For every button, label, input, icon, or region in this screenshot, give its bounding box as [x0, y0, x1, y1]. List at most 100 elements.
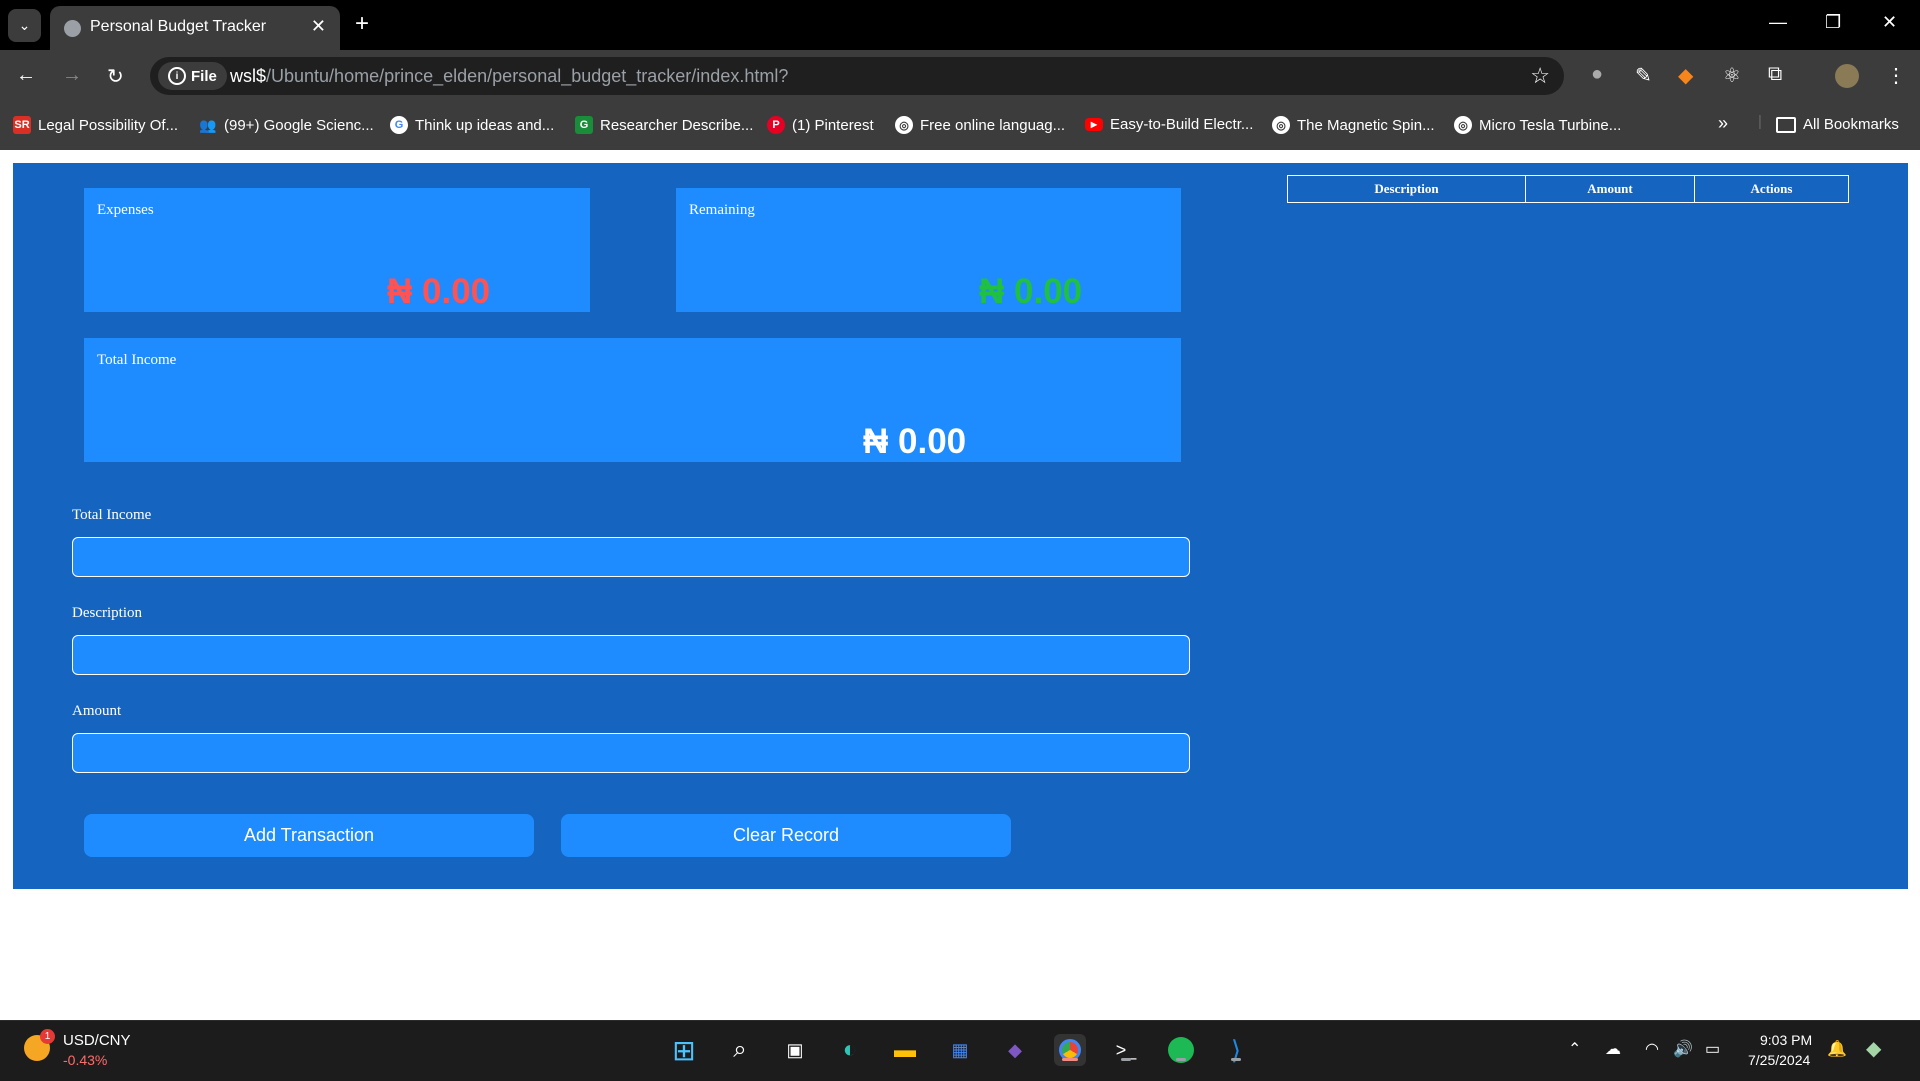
bookmark-label: Think up ideas and... — [415, 116, 555, 134]
divider: | — [1758, 113, 1762, 130]
new-tab-button[interactable]: + — [355, 10, 369, 38]
people-icon: 👥 — [199, 116, 217, 133]
bookmark-label: Easy-to-Build Electr... — [1110, 116, 1254, 133]
amount-field-label: Amount — [72, 703, 122, 719]
vscode-icon[interactable]: ⟩ — [1220, 1034, 1252, 1066]
all-bookmarks-button[interactable]: All Bookmarks — [1776, 116, 1899, 133]
microsoft-store-icon[interactable]: ▦ — [944, 1034, 976, 1066]
globe-icon — [64, 20, 81, 37]
bookmark-star-icon[interactable]: ☆ — [1530, 63, 1550, 89]
windows-taskbar: 1 USD/CNY -0.43% ⊞ ⌕ ▣ ◐ ▬ ▦ ◆ >_ ⟩ ⌃ ☁ … — [0, 1020, 1920, 1081]
copilot-icon[interactable]: ◆ — [999, 1034, 1031, 1066]
transactions-table: Description Amount Actions — [1287, 175, 1849, 203]
bookmark-item[interactable]: ▶ Easy-to-Build Electr... — [1085, 116, 1253, 133]
table-header-row: Description Amount Actions — [1287, 175, 1849, 203]
menu-kebab-icon[interactable]: ⋮ — [1886, 63, 1906, 88]
column-header-description: Description — [1287, 175, 1526, 203]
total-income-card: Total Income ₦ 0.00 — [84, 338, 1181, 462]
budget-app: Expenses ₦ 0.00 Remaining ₦ 0.00 Total I… — [13, 163, 1908, 889]
bookmark-item[interactable]: SR Legal Possibility Of... — [13, 116, 178, 134]
clock-date[interactable]: 7/25/2024 — [1748, 1052, 1810, 1068]
chevron-up-icon[interactable]: ⌃ — [1568, 1039, 1581, 1059]
info-icon: i — [168, 67, 186, 85]
edge-icon[interactable]: ◐ — [834, 1034, 866, 1066]
browser-tab[interactable]: Personal Budget Tracker ✕ — [50, 6, 340, 50]
description-field-label: Description — [72, 605, 142, 621]
youtube-icon: ▶ — [1085, 118, 1103, 131]
browser-toolbar: ← → ↻ i File wsl$/Ubuntu/home/prince_eld… — [0, 50, 1920, 102]
bookmark-label: (1) Pinterest — [792, 116, 874, 134]
extensions-puzzle-icon[interactable]: ⧉ — [1768, 63, 1782, 86]
tab-search-button[interactable]: ⌄ — [8, 9, 41, 42]
volume-icon[interactable]: 🔊 — [1673, 1039, 1693, 1059]
file-chip-label: File — [191, 67, 217, 85]
wifi-icon[interactable]: ◠ — [1645, 1039, 1659, 1059]
more-bookmarks-icon[interactable]: » — [1718, 113, 1728, 134]
total-income-card-label: Total Income — [97, 352, 177, 368]
search-icon[interactable]: ⌕ — [724, 1034, 756, 1066]
copilot-tray-icon[interactable]: ◆ — [1866, 1036, 1881, 1061]
file-explorer-icon[interactable]: ▬ — [889, 1034, 921, 1066]
reload-button[interactable]: ↻ — [107, 64, 124, 89]
forward-button[interactable]: → — [62, 64, 82, 87]
income-field-label: Total Income — [72, 507, 152, 523]
url-text[interactable]: wsl$/Ubuntu/home/prince_elden/personal_b… — [230, 66, 788, 87]
bookmark-label: Researcher Describe... — [600, 116, 754, 134]
onedrive-icon[interactable]: ☁ — [1605, 1039, 1621, 1059]
spotify-icon[interactable] — [1165, 1034, 1197, 1066]
close-window-button[interactable]: ✕ — [1882, 12, 1897, 33]
url-path: /Ubuntu/home/prince_elden/personal_budge… — [266, 66, 789, 86]
bookmark-item[interactable]: 👥 (99+) Google Scienc... — [199, 116, 374, 134]
globe-icon: ◎ — [1454, 116, 1472, 134]
globe-icon: ◎ — [1272, 116, 1290, 134]
terminal-icon[interactable]: >_ — [1110, 1034, 1142, 1066]
income-input[interactable] — [72, 537, 1190, 577]
pinterest-icon: P — [767, 116, 785, 134]
tab-title: Personal Budget Tracker — [90, 18, 267, 35]
notification-bell-icon[interactable]: 🔔 — [1827, 1039, 1847, 1059]
bookmark-label: Legal Possibility Of... — [38, 116, 179, 134]
google-icon: G — [390, 116, 408, 134]
widget-title[interactable]: USD/CNY — [63, 1032, 131, 1049]
eyedropper-icon[interactable]: ✎ — [1635, 63, 1652, 88]
address-bar[interactable]: i File wsl$/Ubuntu/home/prince_elden/per… — [150, 57, 1564, 95]
bookmark-label: (99+) Google Scienc... — [224, 116, 374, 134]
minimize-button[interactable]: — — [1769, 12, 1787, 33]
expenses-card: Expenses ₦ 0.00 — [84, 188, 590, 312]
bookmark-item[interactable]: ◎ Micro Tesla Turbine... — [1454, 116, 1621, 134]
clear-record-button[interactable]: Clear Record — [561, 814, 1011, 857]
bookmark-item[interactable]: G Researcher Describe... — [575, 116, 753, 134]
description-input[interactable] — [72, 635, 1190, 675]
column-header-amount: Amount — [1525, 175, 1695, 203]
metamask-icon[interactable]: ◆ — [1678, 63, 1693, 88]
react-devtools-icon[interactable]: ⚛ — [1723, 63, 1741, 88]
bookmark-label: Free online languag... — [920, 116, 1066, 134]
bookmark-item[interactable]: G Think up ideas and... — [390, 116, 554, 134]
restore-button[interactable]: ❐ — [1825, 12, 1841, 33]
task-view-icon[interactable]: ▣ — [779, 1034, 811, 1066]
bookmark-label: Micro Tesla Turbine... — [1479, 116, 1622, 134]
site-info-chip[interactable]: i File — [158, 62, 227, 90]
back-button[interactable]: ← — [16, 64, 36, 87]
close-tab-icon[interactable]: ✕ — [311, 16, 326, 37]
amount-input[interactable] — [72, 733, 1190, 773]
sr-icon: SR — [13, 116, 31, 134]
browser-title-bar: ⌄ Personal Budget Tracker ✕ + — ❐ ✕ — [0, 0, 1920, 50]
profile-avatar[interactable] — [1835, 64, 1859, 88]
windows-start-icon[interactable]: ⊞ — [668, 1034, 700, 1066]
url-prefix: wsl$ — [230, 66, 267, 86]
bookmark-item[interactable]: ◎ Free online languag... — [895, 116, 1065, 134]
remaining-card: Remaining ₦ 0.00 — [676, 188, 1181, 312]
chrome-icon[interactable] — [1054, 1034, 1086, 1066]
bookmark-item[interactable]: ◎ The Magnetic Spin... — [1272, 116, 1435, 134]
g-icon: G — [575, 116, 593, 134]
extension-icon[interactable]: ● — [1591, 63, 1603, 86]
add-transaction-button[interactable]: Add Transaction — [84, 814, 534, 857]
battery-icon[interactable]: ▭ — [1705, 1039, 1720, 1059]
remaining-value: ₦ 0.00 — [979, 272, 1083, 311]
bookmark-item[interactable]: P (1) Pinterest — [767, 116, 874, 134]
total-income-value: ₦ 0.00 — [863, 422, 967, 461]
expenses-value: ₦ 0.00 — [387, 272, 491, 311]
clock-time[interactable]: 9:03 PM — [1760, 1032, 1812, 1048]
chevron-down-icon: ⌄ — [18, 17, 31, 33]
